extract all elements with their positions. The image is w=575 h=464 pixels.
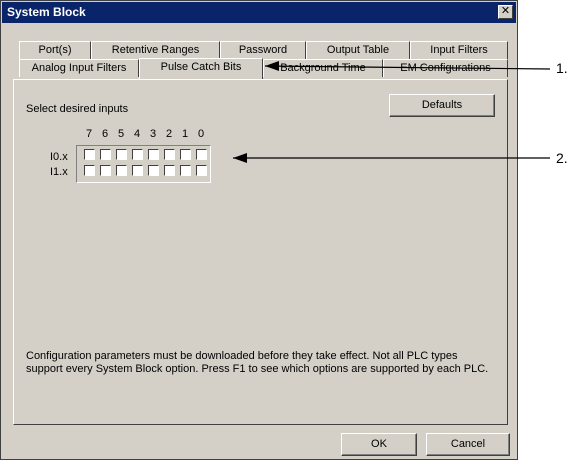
tab-label: Output Table	[326, 44, 390, 56]
pulse-catch-checkbox[interactable]	[196, 165, 207, 176]
row-label-i0: I0.x	[50, 151, 68, 163]
tab-label: Analog Input Filters	[31, 62, 127, 74]
select-inputs-label: Select desired inputs	[26, 103, 129, 115]
bit-number: 1	[181, 128, 189, 140]
pulse-catch-checkbox[interactable]	[132, 165, 143, 176]
tab-pulse-catch-bits[interactable]: Pulse Catch Bits	[139, 58, 263, 79]
pulse-catch-checkbox[interactable]	[132, 149, 143, 160]
tab-em-configurations[interactable]: EM Configurations	[383, 59, 508, 77]
tab-ports[interactable]: Port(s)	[19, 41, 91, 59]
pulse-catch-checkbox[interactable]	[196, 149, 207, 160]
pulse-catch-checkbox[interactable]	[180, 165, 191, 176]
bit-number: 2	[165, 128, 173, 140]
tab-label: EM Configurations	[400, 62, 491, 74]
bit-number: 0	[197, 128, 205, 140]
pulse-catch-checkbox[interactable]	[116, 165, 127, 176]
tab-label: Password	[238, 44, 288, 56]
bit-number: 6	[101, 128, 109, 140]
bit-number: 4	[133, 128, 141, 140]
ok-button[interactable]: OK	[341, 433, 417, 456]
tab-label: Background Time	[280, 62, 366, 74]
tab-label: Retentive Ranges	[111, 44, 200, 56]
pulse-catch-checkbox[interactable]	[116, 149, 127, 160]
pulse-catch-checkbox[interactable]	[100, 165, 111, 176]
callout-label-1: 1.	[556, 60, 568, 76]
close-button[interactable]: ✕	[498, 5, 513, 19]
callout-label-2: 2.	[556, 150, 568, 166]
tab-label: Port(s)	[38, 44, 72, 56]
pulse-catch-checkbox[interactable]	[148, 149, 159, 160]
tab-retentive-ranges[interactable]: Retentive Ranges	[91, 41, 220, 59]
window-title: System Block	[7, 5, 86, 19]
tab-input-filters[interactable]: Input Filters	[410, 41, 508, 59]
tab-label: Input Filters	[430, 44, 488, 56]
bit-number: 5	[117, 128, 125, 140]
pulse-catch-checkbox[interactable]	[84, 149, 95, 160]
pulse-catch-checkbox[interactable]	[164, 149, 175, 160]
tab-output-table[interactable]: Output Table	[306, 41, 410, 59]
tab-label: Pulse Catch Bits	[160, 61, 242, 73]
bit-number: 7	[85, 128, 93, 140]
config-note: Configuration parameters must be downloa…	[26, 350, 489, 375]
pulse-catch-checkbox[interactable]	[148, 165, 159, 176]
close-icon: ✕	[500, 5, 511, 17]
pulse-catch-checkbox[interactable]	[84, 165, 95, 176]
bit-number: 3	[149, 128, 157, 140]
pulse-catch-checkbox[interactable]	[180, 149, 191, 160]
defaults-button[interactable]: Defaults	[389, 94, 495, 117]
pulse-catch-checkbox[interactable]	[100, 149, 111, 160]
tab-analog-input-filters[interactable]: Analog Input Filters	[19, 59, 139, 77]
row-label-i1: I1.x	[50, 166, 68, 178]
tab-password[interactable]: Password	[220, 41, 306, 59]
cancel-button[interactable]: Cancel	[426, 433, 510, 456]
pulse-catch-checkbox[interactable]	[164, 165, 175, 176]
tab-background-time[interactable]: Background Time	[263, 59, 383, 77]
title-bar: System Block ✕	[2, 2, 516, 23]
